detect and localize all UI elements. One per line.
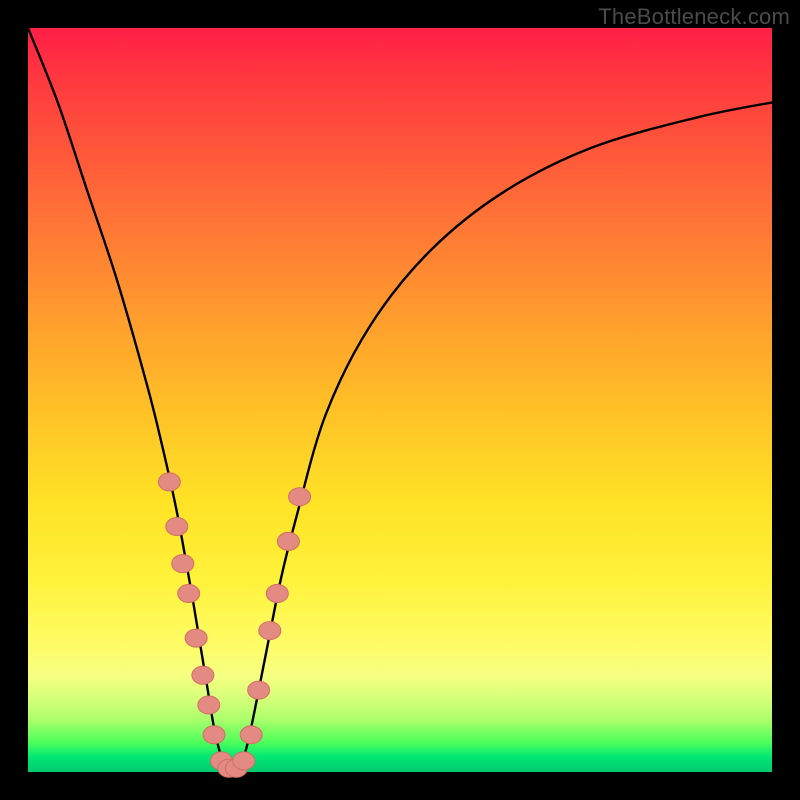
marker-dot xyxy=(233,752,255,770)
watermark-text: TheBottleneck.com xyxy=(598,4,790,30)
marker-dot xyxy=(277,532,299,550)
chart-frame: TheBottleneck.com xyxy=(0,0,800,800)
marker-dot xyxy=(289,488,311,506)
marker-dot xyxy=(166,517,188,535)
marker-dot xyxy=(203,726,225,744)
marker-dot xyxy=(158,473,180,491)
plot-area xyxy=(28,28,772,772)
marker-dot xyxy=(259,622,281,640)
marker-dot xyxy=(198,696,220,714)
marker-dot xyxy=(172,555,194,573)
marker-dot xyxy=(178,584,200,602)
marker-dot xyxy=(248,681,270,699)
marker-dot xyxy=(192,666,214,684)
marker-dot xyxy=(266,584,288,602)
marker-dot xyxy=(185,629,207,647)
bottleneck-curve xyxy=(28,28,772,774)
chart-overlay-svg xyxy=(28,28,772,772)
highlighted-points-group xyxy=(158,473,310,777)
marker-dot xyxy=(240,726,262,744)
